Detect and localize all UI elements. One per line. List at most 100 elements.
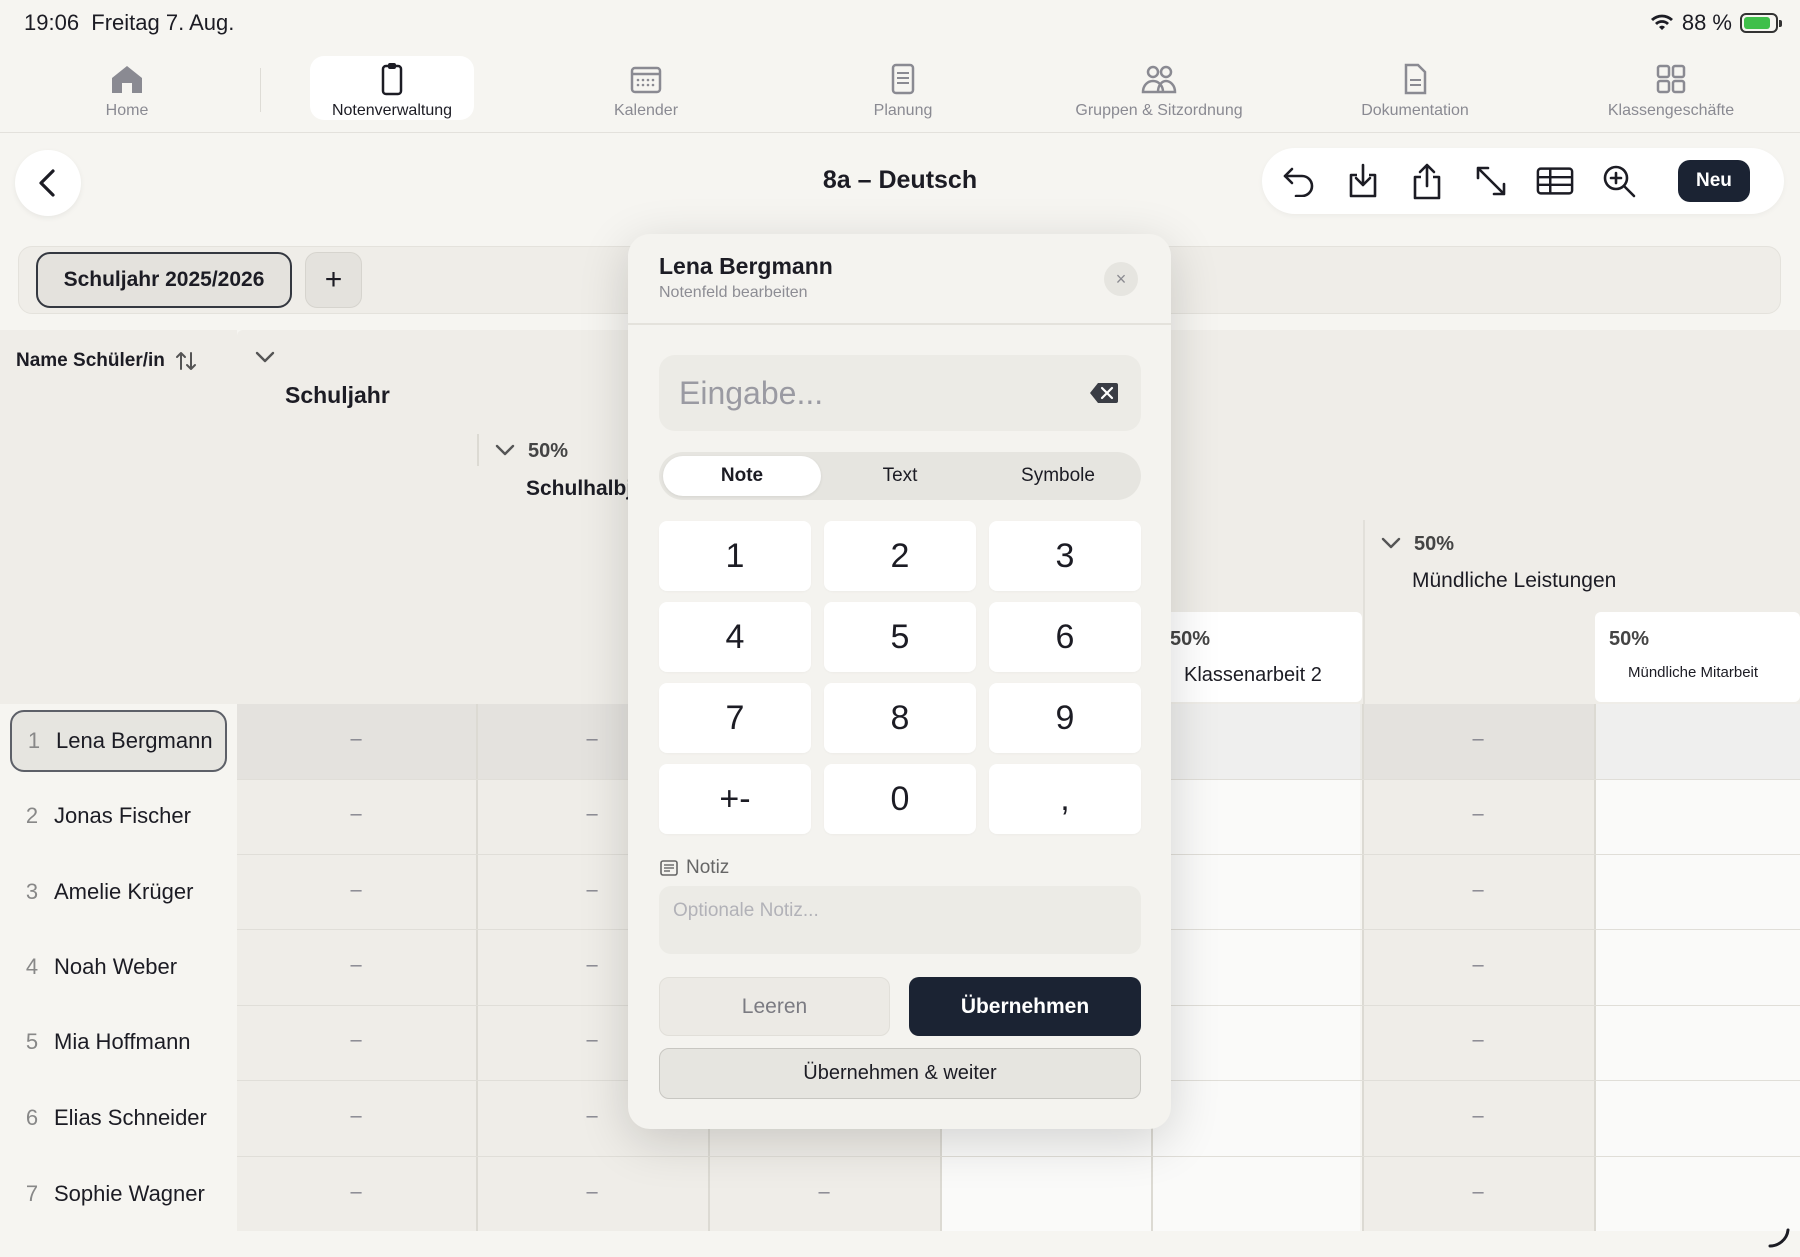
new-button[interactable]: Neu [1678,160,1750,202]
key-0[interactable]: 0 [824,764,976,834]
key-4[interactable]: 4 [659,602,811,672]
grade-cell[interactable]: – [1458,1181,1498,1204]
grade-cell[interactable]: – [572,954,612,977]
calendar-icon [630,66,662,94]
student-number: 4 [25,954,39,979]
clear-button[interactable]: Leeren [659,977,890,1036]
close-icon: × [1115,268,1127,289]
download-button[interactable] [1344,162,1382,200]
student-row[interactable]: 2 Jonas Fischer [10,785,227,847]
add-year-button[interactable]: + [305,252,362,308]
grade-cell[interactable]: – [336,879,376,902]
grade-cell[interactable]: – [1458,954,1498,977]
nav-groups-label: Gruppen & Sitzordnung [1075,102,1243,119]
student-number: 6 [25,1105,39,1130]
collapse-oral-icon[interactable] [1380,535,1402,551]
student-name: Lena Bergmann [56,728,213,753]
collapse-halbjahr-icon[interactable] [494,442,516,458]
student-number: 7 [25,1181,39,1206]
nav-home[interactable]: Home [84,56,170,120]
grade-cell[interactable]: – [572,1105,612,1128]
mm-header[interactable] [1595,612,1800,702]
nav-class-label: Klassengeschäfte [1607,102,1735,119]
table-icon [1536,167,1574,195]
student-row[interactable]: 4 Noah Weber [10,936,227,998]
notiz-input[interactable] [673,900,1127,940]
nav-planning-label: Planung [873,102,933,119]
grade-cell[interactable]: – [336,1181,376,1204]
back-button[interactable] [15,150,81,216]
key-9[interactable]: 9 [989,683,1141,753]
sort-by-name-button[interactable]: Name Schüler/in [16,350,197,372]
ka2-title: Klassenarbeit 2 [1184,664,1322,686]
key-5[interactable]: 5 [824,602,976,672]
key-2[interactable]: 2 [824,521,976,591]
student-row[interactable]: 7 Sophie Wagner [10,1163,227,1225]
nav-calendar[interactable]: Kalender [596,56,696,120]
grade-cell[interactable]: – [1458,728,1498,751]
grade-cell[interactable]: – [336,1029,376,1052]
apply-next-button[interactable]: Übernehmen & weiter [659,1048,1141,1099]
battery-icon [1740,13,1782,33]
nav-docs[interactable]: Dokumentation [1350,56,1480,120]
ka2-header[interactable] [1152,612,1362,702]
status-date: Freitag 7. Aug. [91,10,235,35]
grade-cell[interactable]: – [336,728,376,751]
student-row[interactable]: 3 Amelie Krüger [10,861,227,923]
student-row[interactable]: 1 Lena Bergmann [10,710,227,772]
student-row[interactable]: 5 Mia Hoffmann [10,1011,227,1073]
table-view-button[interactable] [1536,162,1574,200]
col-divider [1594,704,1596,1231]
grade-cell[interactable]: – [804,1181,844,1204]
school-year-chip[interactable]: Schuljahr 2025/2026 [36,252,292,308]
grade-cell[interactable]: – [336,1105,376,1128]
key-plus-minus[interactable]: +- [659,764,811,834]
nav-class[interactable]: Klassengeschäfte [1596,56,1746,120]
nav-grades[interactable]: Notenverwaltung [310,56,474,120]
nav-groups[interactable]: Gruppen & Sitzordnung [1062,56,1256,120]
key-1[interactable]: 1 [659,521,811,591]
mm-title: Mündliche Mitarbeit [1628,664,1759,681]
grade-cell[interactable]: – [336,954,376,977]
grade-cell[interactable]: – [572,803,612,826]
modal-title: Lena Bergmann [659,253,833,279]
grade-cell[interactable]: – [1458,803,1498,826]
apply-button[interactable]: Übernehmen [909,977,1141,1036]
grade-cell[interactable]: – [1458,1029,1498,1052]
mm-column-body [1594,704,1800,1231]
number-keypad: 1 2 3 4 5 6 7 8 9 +- 0 , [659,521,1141,834]
grade-cell[interactable]: – [572,879,612,902]
tab-text[interactable]: Text [821,456,979,496]
expand-button[interactable] [1472,162,1510,200]
close-button[interactable]: × [1104,262,1138,296]
note-icon [660,860,678,876]
grade-cell[interactable]: – [1458,1105,1498,1128]
resize-handle-icon[interactable] [1768,1226,1790,1248]
undo-icon [1283,167,1314,197]
tab-symbole[interactable]: Symbole [979,456,1137,496]
nav-planning[interactable]: Planung [856,56,950,120]
key-3[interactable]: 3 [989,521,1141,591]
key-7[interactable]: 7 [659,683,811,753]
grade-cell[interactable]: – [1458,879,1498,902]
backspace-icon[interactable] [1089,382,1119,404]
undo-button[interactable] [1280,162,1318,200]
key-8[interactable]: 8 [824,683,976,753]
grade-cell[interactable]: – [572,1029,612,1052]
main-navigation: Home Notenverwaltung Kalender Planung Gr… [0,50,1800,133]
share-button[interactable] [1408,162,1446,200]
grade-cell[interactable]: – [572,1181,612,1204]
grade-cell[interactable]: – [572,728,612,751]
zoom-button[interactable] [1600,162,1638,200]
key-comma[interactable]: , [989,764,1141,834]
key-6[interactable]: 6 [989,602,1141,672]
zoom-in-icon [1603,165,1636,198]
tab-note[interactable]: Note [663,456,821,496]
grade-cell[interactable]: – [336,803,376,826]
student-name: Noah Weber [54,954,178,979]
student-row[interactable]: 6 Elias Schneider [10,1087,227,1149]
notiz-label: Notiz [660,857,729,879]
collapse-schuljahr-icon[interactable] [254,349,276,365]
notiz-field [659,886,1141,954]
grade-input[interactable] [679,374,1059,412]
